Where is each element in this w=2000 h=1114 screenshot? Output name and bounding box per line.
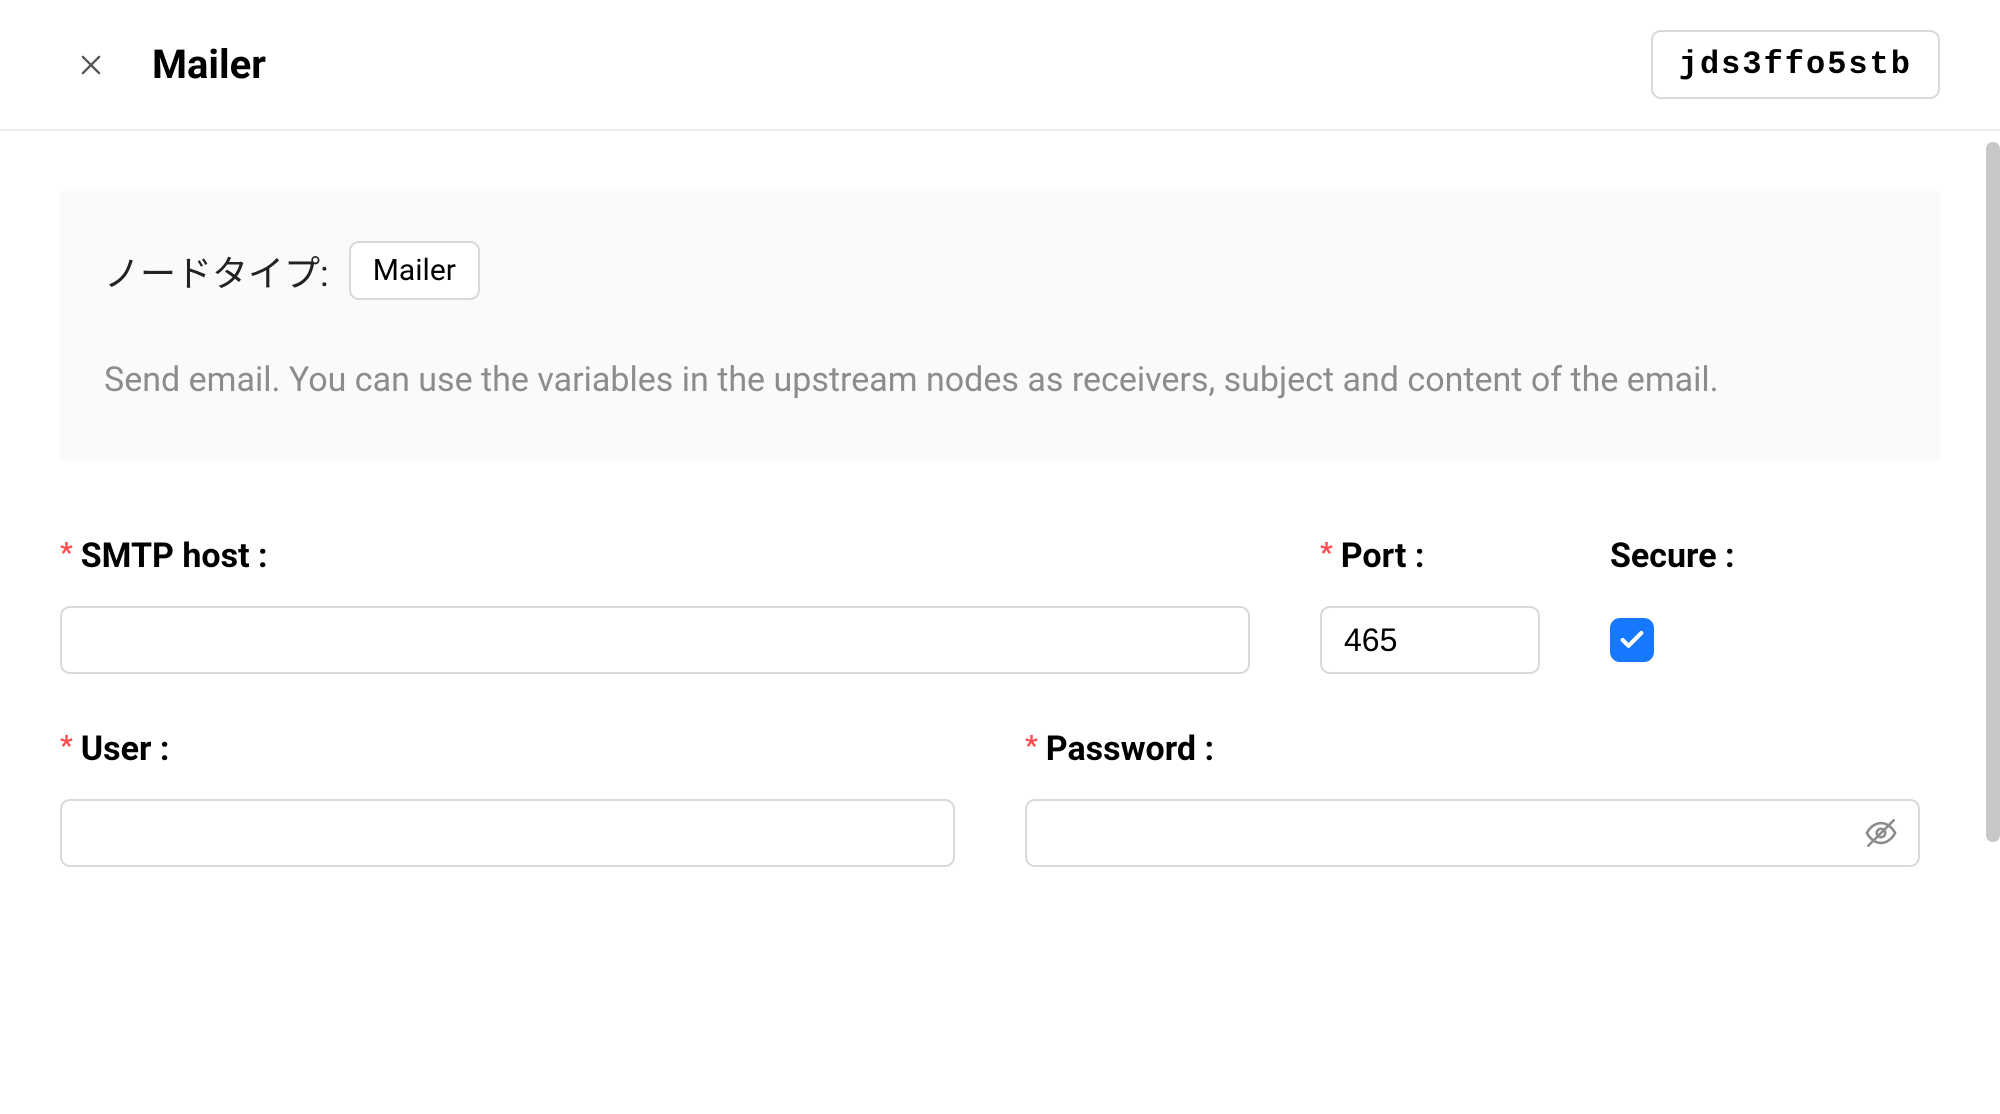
user-field: * User : [60,729,955,867]
smtp-host-field: * SMTP host : [60,536,1250,674]
node-description: Send email. You can use the variables in… [104,355,1896,406]
port-input[interactable] [1320,606,1540,674]
password-input[interactable] [1025,799,1920,867]
password-label-text: Password : [1046,729,1214,769]
node-id-badge: jds3ffo5stb [1651,30,1940,99]
node-type-row: ノードタイプ: Mailer [104,241,1896,300]
secure-checkbox-wrapper [1610,606,1830,674]
port-label-text: Port : [1341,536,1425,576]
scrollbar-thumb[interactable] [1986,142,2000,842]
required-marker: * [1320,536,1333,569]
node-type-tag: Mailer [349,241,480,300]
info-box: ノードタイプ: Mailer Send email. You can use t… [60,191,1940,461]
user-input[interactable] [60,799,955,867]
form-row-1: * SMTP host : * Port : Secure : [60,536,1940,674]
port-label: * Port : [1320,536,1540,576]
required-marker: * [1025,729,1038,762]
secure-label: Secure : [1610,536,1830,576]
required-marker: * [60,729,73,762]
smtp-host-label: * SMTP host : [60,536,1250,576]
node-type-label: ノードタイプ: [104,245,329,297]
password-label: * Password : [1025,729,1920,769]
smtp-host-label-text: SMTP host : [81,536,268,576]
form-row-2: * User : * Password : [60,729,1940,867]
required-marker: * [60,536,73,569]
close-icon[interactable] [75,49,107,81]
secure-checkbox[interactable] [1610,618,1654,662]
user-label: * User : [60,729,955,769]
secure-field: Secure : [1610,536,1830,674]
user-label-text: User : [81,729,170,769]
password-field: * Password : [1025,729,1920,867]
panel-header: Mailer jds3ffo5stb [0,0,2000,131]
eye-invisible-icon[interactable] [1864,816,1898,850]
port-field: * Port : [1320,536,1540,674]
header-left: Mailer [75,41,266,88]
secure-label-text: Secure : [1610,536,1735,576]
smtp-host-input[interactable] [60,606,1250,674]
content-area: ノードタイプ: Mailer Send email. You can use t… [0,131,2000,867]
password-input-wrapper [1025,799,1920,867]
page-title: Mailer [152,41,266,88]
